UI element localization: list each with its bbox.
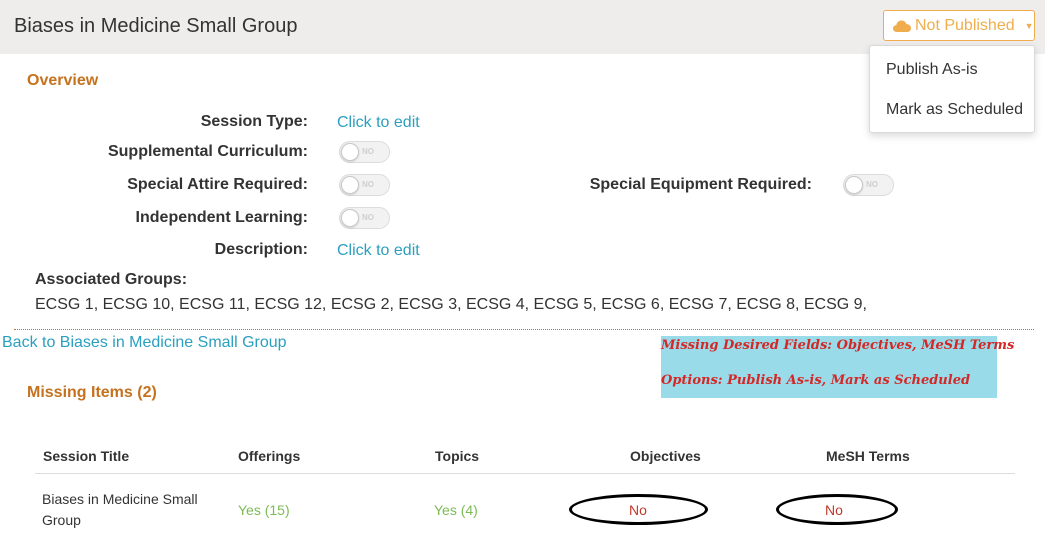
annotation-missing-fields: Missing Desired Fields: Objectives, MeSH… (661, 338, 1015, 353)
special-equipment-label: Special Equipment Required: (589, 176, 812, 193)
menu-item-mark-as-scheduled[interactable]: Mark as Scheduled (886, 101, 1023, 119)
toggle-state-text: NO (362, 147, 374, 156)
special-equipment-toggle[interactable]: NO (843, 174, 894, 196)
independent-learning-toggle[interactable]: NO (339, 207, 390, 229)
cloud-icon (893, 20, 911, 32)
toggle-knob (845, 176, 863, 194)
menu-item-publish-as-is[interactable]: Publish As-is (886, 61, 978, 79)
associated-groups-label: Associated Groups: (35, 271, 188, 288)
session-type-label: Session Type: (200, 113, 308, 130)
session-type-edit-link[interactable]: Click to edit (337, 114, 420, 132)
table-header-rule (35, 473, 1015, 474)
supplemental-curriculum-label: Supplemental Curriculum: (107, 143, 308, 160)
annotation-options: Options: Publish As-is, Mark as Schedule… (661, 373, 971, 388)
toggle-state-text: NO (362, 213, 374, 222)
supplemental-curriculum-toggle[interactable]: NO (339, 141, 390, 163)
column-header-session-title: Session Title (43, 448, 130, 464)
independent-learning-label: Independent Learning: (135, 209, 308, 226)
special-attire-label: Special Attire Required: (127, 176, 308, 193)
publish-status-label: Not Published (915, 16, 1015, 34)
column-header-mesh-terms: MeSH Terms (826, 448, 910, 464)
toggle-state-text: NO (866, 180, 878, 189)
toggle-state-text: NO (362, 180, 374, 189)
mesh-terms-cell: No (825, 502, 843, 518)
special-attire-toggle[interactable]: NO (339, 174, 390, 196)
description-label: Description: (214, 241, 308, 258)
publish-status-button[interactable]: Not Published ▼ (883, 10, 1035, 41)
overview-heading: Overview (27, 72, 99, 89)
back-link[interactable]: Back to Biases in Medicine Small Group (2, 334, 287, 352)
missing-items-heading: Missing Items (2) (27, 384, 157, 401)
column-header-objectives: Objectives (630, 448, 701, 464)
column-header-offerings: Offerings (238, 448, 301, 464)
caret-down-icon: ▼ (1024, 20, 1034, 31)
session-title-cell-line1: Biases in Medicine Small (42, 491, 198, 507)
page-title: Biases in Medicine Small Group (14, 15, 298, 37)
annotation-callout: Missing Desired Fields: Objectives, MeSH… (661, 336, 1014, 398)
column-header-topics: Topics (435, 448, 480, 464)
topics-cell: Yes (4) (434, 502, 478, 518)
offerings-cell: Yes (15) (238, 502, 290, 518)
objectives-cell: No (629, 502, 647, 518)
section-divider (14, 329, 1034, 330)
toggle-knob (341, 143, 359, 161)
description-edit-link[interactable]: Click to edit (337, 242, 420, 260)
toggle-knob (341, 176, 359, 194)
toggle-knob (341, 209, 359, 227)
publish-dropdown-menu: Publish As-is Mark as Scheduled (869, 45, 1035, 133)
associated-groups-list: ECSG 1, ECSG 10, ECSG 11, ECSG 12, ECSG … (35, 296, 867, 313)
session-title-cell-line2: Group (42, 512, 81, 528)
